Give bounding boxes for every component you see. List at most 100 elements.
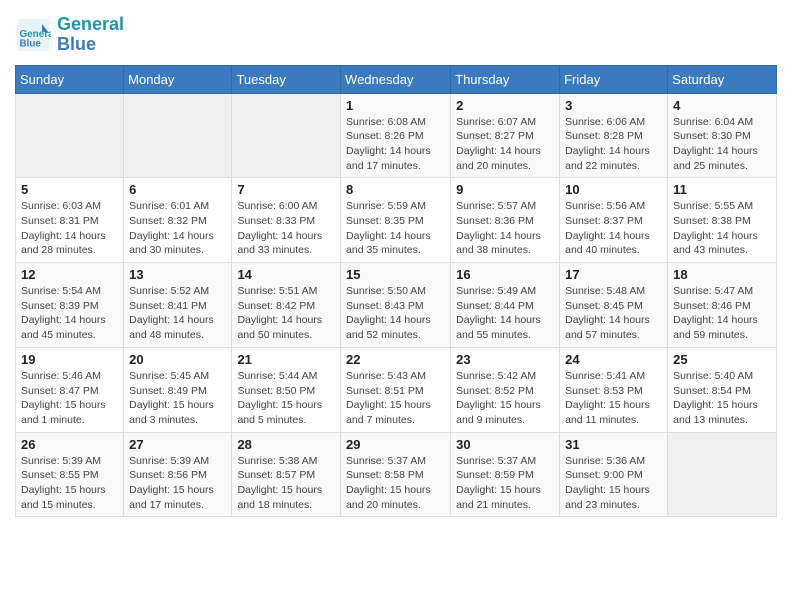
day-number: 15 xyxy=(346,267,445,282)
calendar-cell: 21Sunrise: 5:44 AM Sunset: 8:50 PM Dayli… xyxy=(232,347,341,432)
calendar-cell: 7 Sunrise: 6:00 AM Sunset: 8:33 PM Daylig… xyxy=(232,178,341,263)
calendar-week-row: 5 Sunrise: 6:03 AM Sunset: 8:31 PM Daylig… xyxy=(16,178,777,263)
day-of-week-header: Wednesday xyxy=(341,65,451,93)
calendar-cell xyxy=(16,93,124,178)
calendar-cell: 26 Sunrise: 5:39 AM Sunset: 8:55 PM Dayli… xyxy=(16,432,124,517)
calendar-cell: 29Sunrise: 5:37 AM Sunset: 8:58 PM Dayli… xyxy=(341,432,451,517)
day-info: Sunrise: 5:54 AM Sunset: 8:39 PM Dayligh… xyxy=(21,284,118,343)
day-info: Sunrise: 5:59 AM Sunset: 8:35 PM Dayligh… xyxy=(346,199,445,258)
day-info: Sunrise: 5:56 AM Sunset: 8:37 PM Dayligh… xyxy=(565,199,662,258)
calendar-cell: 14 Sunrise: 5:51 AM Sunset: 8:42 PM Dayli… xyxy=(232,263,341,348)
day-number: 5 xyxy=(21,182,118,197)
day-info: Sunrise: 5:51 AM Sunset: 8:42 PM Dayligh… xyxy=(237,284,335,343)
day-number: 25 xyxy=(673,352,771,367)
day-number: 29 xyxy=(346,437,445,452)
calendar-cell xyxy=(668,432,777,517)
calendar-cell: 16 Sunrise: 5:49 AM Sunset: 8:44 PM Dayli… xyxy=(451,263,560,348)
day-info: Sunrise: 5:47 AM Sunset: 8:46 PM Dayligh… xyxy=(673,284,771,343)
day-info: Sunrise: 5:57 AM Sunset: 8:36 PM Dayligh… xyxy=(456,199,554,258)
calendar-table: SundayMondayTuesdayWednesdayThursdayFrid… xyxy=(15,65,777,518)
calendar-week-row: 12 Sunrise: 5:54 AM Sunset: 8:39 PM Dayli… xyxy=(16,263,777,348)
day-info: Sunrise: 5:55 AM Sunset: 8:38 PM Dayligh… xyxy=(673,199,771,258)
day-number: 30 xyxy=(456,437,554,452)
day-info: Sunrise: 6:01 AM Sunset: 8:32 PM Dayligh… xyxy=(129,199,226,258)
calendar-cell: 22 Sunrise: 5:43 AM Sunset: 8:51 PM Dayli… xyxy=(341,347,451,432)
calendar-cell: 24 Sunrise: 5:41 AM Sunset: 8:53 PM Dayli… xyxy=(560,347,668,432)
calendar-cell: 28 Sunrise: 5:38 AM Sunset: 8:57 PM Dayli… xyxy=(232,432,341,517)
day-info: Sunrise: 5:43 AM Sunset: 8:51 PM Dayligh… xyxy=(346,369,445,428)
day-number: 22 xyxy=(346,352,445,367)
day-number: 2 xyxy=(456,98,554,113)
day-info: Sunrise: 5:49 AM Sunset: 8:44 PM Dayligh… xyxy=(456,284,554,343)
day-number: 23 xyxy=(456,352,554,367)
day-of-week-header: Monday xyxy=(124,65,232,93)
day-number: 13 xyxy=(129,267,226,282)
day-info: Sunrise: 6:03 AM Sunset: 8:31 PM Dayligh… xyxy=(21,199,118,258)
day-number: 6 xyxy=(129,182,226,197)
day-number: 1 xyxy=(346,98,445,113)
day-info: Sunrise: 6:07 AM Sunset: 8:27 PM Dayligh… xyxy=(456,115,554,174)
calendar-cell xyxy=(124,93,232,178)
logo-text: General Blue xyxy=(57,15,124,55)
logo: General Blue General Blue xyxy=(15,15,124,55)
day-info: Sunrise: 5:46 AM Sunset: 8:47 PM Dayligh… xyxy=(21,369,118,428)
logo-icon: General Blue xyxy=(15,17,51,53)
day-info: Sunrise: 5:45 AM Sunset: 8:49 PM Dayligh… xyxy=(129,369,226,428)
calendar-cell: 11 Sunrise: 5:55 AM Sunset: 8:38 PM Dayli… xyxy=(668,178,777,263)
calendar-cell: 23 Sunrise: 5:42 AM Sunset: 8:52 PM Dayli… xyxy=(451,347,560,432)
calendar-cell: 2 Sunrise: 6:07 AM Sunset: 8:27 PM Daylig… xyxy=(451,93,560,178)
day-info: Sunrise: 5:37 AM Sunset: 8:59 PM Dayligh… xyxy=(456,454,554,513)
day-number: 28 xyxy=(237,437,335,452)
day-info: Sunrise: 5:41 AM Sunset: 8:53 PM Dayligh… xyxy=(565,369,662,428)
day-of-week-header: Tuesday xyxy=(232,65,341,93)
calendar-cell: 5 Sunrise: 6:03 AM Sunset: 8:31 PM Daylig… xyxy=(16,178,124,263)
page-header: General Blue General Blue xyxy=(15,15,777,55)
calendar-cell: 25 Sunrise: 5:40 AM Sunset: 8:54 PM Dayli… xyxy=(668,347,777,432)
calendar-cell: 1 Sunrise: 6:08 AM Sunset: 8:26 PM Daylig… xyxy=(341,93,451,178)
day-info: Sunrise: 5:40 AM Sunset: 8:54 PM Dayligh… xyxy=(673,369,771,428)
day-number: 11 xyxy=(673,182,771,197)
day-info: Sunrise: 6:08 AM Sunset: 8:26 PM Dayligh… xyxy=(346,115,445,174)
day-number: 9 xyxy=(456,182,554,197)
day-info: Sunrise: 5:42 AM Sunset: 8:52 PM Dayligh… xyxy=(456,369,554,428)
day-number: 7 xyxy=(237,182,335,197)
day-number: 26 xyxy=(21,437,118,452)
day-number: 17 xyxy=(565,267,662,282)
day-number: 24 xyxy=(565,352,662,367)
day-info: Sunrise: 5:50 AM Sunset: 8:43 PM Dayligh… xyxy=(346,284,445,343)
day-number: 27 xyxy=(129,437,226,452)
day-number: 16 xyxy=(456,267,554,282)
calendar-cell: 13Sunrise: 5:52 AM Sunset: 8:41 PM Dayli… xyxy=(124,263,232,348)
day-of-week-header: Saturday xyxy=(668,65,777,93)
day-number: 21 xyxy=(237,352,335,367)
day-info: Sunrise: 5:38 AM Sunset: 8:57 PM Dayligh… xyxy=(237,454,335,513)
day-info: Sunrise: 6:00 AM Sunset: 8:33 PM Dayligh… xyxy=(237,199,335,258)
calendar-cell: 15 Sunrise: 5:50 AM Sunset: 8:43 PM Dayli… xyxy=(341,263,451,348)
day-info: Sunrise: 5:39 AM Sunset: 8:56 PM Dayligh… xyxy=(129,454,226,513)
calendar-cell xyxy=(232,93,341,178)
day-number: 8 xyxy=(346,182,445,197)
calendar-week-row: 26 Sunrise: 5:39 AM Sunset: 8:55 PM Dayli… xyxy=(16,432,777,517)
day-number: 4 xyxy=(673,98,771,113)
calendar-cell: 8 Sunrise: 5:59 AM Sunset: 8:35 PM Daylig… xyxy=(341,178,451,263)
day-info: Sunrise: 6:04 AM Sunset: 8:30 PM Dayligh… xyxy=(673,115,771,174)
day-of-week-header: Thursday xyxy=(451,65,560,93)
calendar-cell: 3Sunrise: 6:06 AM Sunset: 8:28 PM Daylig… xyxy=(560,93,668,178)
day-info: Sunrise: 5:48 AM Sunset: 8:45 PM Dayligh… xyxy=(565,284,662,343)
svg-text:Blue: Blue xyxy=(20,38,42,49)
day-number: 12 xyxy=(21,267,118,282)
day-number: 3 xyxy=(565,98,662,113)
calendar-cell: 27 Sunrise: 5:39 AM Sunset: 8:56 PM Dayli… xyxy=(124,432,232,517)
day-number: 31 xyxy=(565,437,662,452)
calendar-cell: 20Sunrise: 5:45 AM Sunset: 8:49 PM Dayli… xyxy=(124,347,232,432)
day-number: 19 xyxy=(21,352,118,367)
day-info: Sunrise: 5:39 AM Sunset: 8:55 PM Dayligh… xyxy=(21,454,118,513)
calendar-cell: 31Sunrise: 5:36 AM Sunset: 9:00 PM Dayli… xyxy=(560,432,668,517)
day-number: 18 xyxy=(673,267,771,282)
calendar-week-row: 19 Sunrise: 5:46 AM Sunset: 8:47 PM Dayli… xyxy=(16,347,777,432)
day-number: 14 xyxy=(237,267,335,282)
calendar-cell: 10Sunrise: 5:56 AM Sunset: 8:37 PM Dayli… xyxy=(560,178,668,263)
calendar-cell: 30 Sunrise: 5:37 AM Sunset: 8:59 PM Dayli… xyxy=(451,432,560,517)
calendar-cell: 18 Sunrise: 5:47 AM Sunset: 8:46 PM Dayli… xyxy=(668,263,777,348)
calendar-cell: 9 Sunrise: 5:57 AM Sunset: 8:36 PM Daylig… xyxy=(451,178,560,263)
